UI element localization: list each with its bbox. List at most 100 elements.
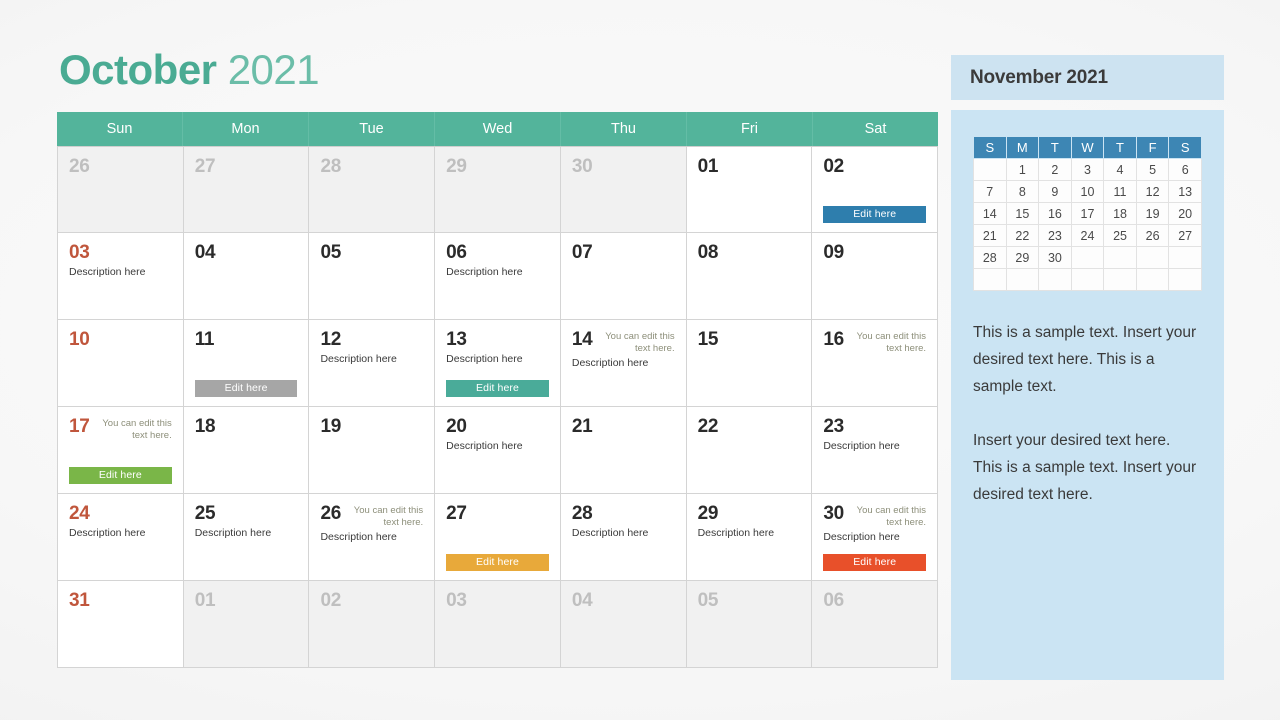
day-cell-21[interactable]: 21 xyxy=(560,407,687,493)
day-cell-04[interactable]: 04 xyxy=(183,233,310,319)
day-editable-note[interactable]: You can edit this text here. xyxy=(345,505,423,528)
day-cell-15[interactable]: 15 xyxy=(686,320,813,406)
day-description[interactable]: Description here xyxy=(195,527,298,540)
side-paragraph[interactable]: Insert your desired text here. This is a… xyxy=(973,427,1202,508)
mini-day-29[interactable]: 29 xyxy=(1005,246,1040,269)
day-cell-06[interactable]: 06 Description here xyxy=(435,233,561,319)
day-editable-note[interactable]: You can edit this text here. xyxy=(848,505,926,528)
mini-day-27[interactable]: 27 xyxy=(1168,224,1202,247)
day-description[interactable]: Description here xyxy=(69,266,172,279)
mini-day-19[interactable]: 19 xyxy=(1135,202,1170,225)
day-cell-29[interactable]: 29 xyxy=(435,147,561,232)
day-cell-08[interactable]: 08 xyxy=(686,233,813,319)
day-cell-05[interactable]: 05 xyxy=(686,581,813,667)
day-cell-18[interactable]: 18 xyxy=(183,407,310,493)
mini-day-18[interactable]: 18 xyxy=(1103,202,1137,225)
mini-day-14[interactable]: 14 xyxy=(973,202,1007,225)
day-cell-02[interactable]: 02 xyxy=(309,581,436,667)
day-cell-28[interactable]: 28 Description here xyxy=(560,494,687,580)
day-cell-03[interactable]: 03 xyxy=(435,581,561,667)
edit-here-button[interactable]: Edit here xyxy=(823,554,927,571)
day-description[interactable]: Description here xyxy=(823,440,926,453)
mini-day-10[interactable]: 10 xyxy=(1070,180,1105,203)
day-cell-02[interactable]: 02 Edit here xyxy=(812,147,939,232)
mini-day-25[interactable]: 25 xyxy=(1103,224,1137,247)
day-cell-03[interactable]: 03 Description here xyxy=(58,233,184,319)
day-description[interactable]: Description here xyxy=(823,531,926,544)
day-cell-29[interactable]: 29 Description here xyxy=(686,494,813,580)
day-description[interactable]: Description here xyxy=(572,357,675,370)
day-cell-01[interactable]: 01 xyxy=(183,581,310,667)
day-description[interactable]: Description here xyxy=(446,266,549,279)
edit-here-button[interactable]: Edit here xyxy=(446,554,549,571)
mini-day-24[interactable]: 24 xyxy=(1070,224,1105,247)
mini-day-3[interactable]: 3 xyxy=(1070,158,1105,181)
day-cell-24[interactable]: 24 Description here xyxy=(58,494,184,580)
mini-day-7[interactable]: 7 xyxy=(973,180,1007,203)
day-cell-10[interactable]: 10 xyxy=(58,320,184,406)
mini-calendar[interactable]: SMTWTFS 1 2 3 4 5 6 7 8 9 10 11 12 13 14 15 16 17 18 19 20 2… xyxy=(973,136,1202,291)
day-cell-07[interactable]: 07 xyxy=(560,233,687,319)
day-cell-17[interactable]: 17 You can edit this text here. Edit here xyxy=(58,407,184,493)
day-cell-20[interactable]: 20 Description here xyxy=(435,407,561,493)
day-description[interactable]: Description here xyxy=(320,531,423,544)
day-cell-19[interactable]: 19 xyxy=(309,407,436,493)
day-editable-note[interactable]: You can edit this text here. xyxy=(597,331,674,354)
edit-here-button[interactable]: Edit here xyxy=(194,380,298,397)
day-cell-27[interactable]: 27 Edit here xyxy=(435,494,561,580)
mini-day-28[interactable]: 28 xyxy=(973,246,1007,269)
mini-day-16[interactable]: 16 xyxy=(1038,202,1072,225)
mini-day-15[interactable]: 15 xyxy=(1005,202,1040,225)
day-cell-31[interactable]: 31 xyxy=(58,581,184,667)
day-cell-26[interactable]: 26 xyxy=(58,147,184,232)
mini-day-22[interactable]: 22 xyxy=(1005,224,1040,247)
day-cell-14[interactable]: 14 You can edit this text here. Descriptio… xyxy=(560,320,687,406)
mini-day-11[interactable]: 11 xyxy=(1103,180,1137,203)
mini-day-9[interactable]: 9 xyxy=(1038,180,1072,203)
day-cell-09[interactable]: 09 xyxy=(812,233,939,319)
side-paragraph[interactable]: This is a sample text. Insert your desir… xyxy=(973,319,1202,400)
day-description[interactable]: Description here xyxy=(320,353,423,366)
day-cell-11[interactable]: 11 Edit here xyxy=(183,320,310,406)
day-cell-30[interactable]: 30 You can edit this text here. Descriptio… xyxy=(812,494,939,580)
mini-day-4[interactable]: 4 xyxy=(1103,158,1137,181)
mini-day-30[interactable]: 30 xyxy=(1038,246,1072,269)
day-cell-04[interactable]: 04 xyxy=(560,581,687,667)
edit-here-button[interactable]: Edit here xyxy=(446,380,549,397)
mini-day-8[interactable]: 8 xyxy=(1005,180,1040,203)
day-cell-30[interactable]: 30 xyxy=(560,147,687,232)
day-cell-06[interactable]: 06 xyxy=(812,581,939,667)
day-cell-13[interactable]: 13 Description here Edit here xyxy=(435,320,561,406)
mini-day-1[interactable]: 1 xyxy=(1005,158,1040,181)
day-cell-16[interactable]: 16 You can edit this text here. xyxy=(812,320,939,406)
day-editable-note[interactable]: You can edit this text here. xyxy=(848,331,926,354)
day-cell-23[interactable]: 23 Description here xyxy=(812,407,939,493)
day-cell-28[interactable]: 28 xyxy=(309,147,436,232)
day-cell-12[interactable]: 12 Description here xyxy=(309,320,436,406)
edit-here-button[interactable]: Edit here xyxy=(823,206,927,223)
day-number: 06 xyxy=(823,590,844,611)
mini-day-23[interactable]: 23 xyxy=(1038,224,1072,247)
day-cell-05[interactable]: 05 xyxy=(309,233,436,319)
day-description[interactable]: Description here xyxy=(698,527,801,540)
day-description[interactable]: Description here xyxy=(446,440,549,453)
edit-here-button[interactable]: Edit here xyxy=(69,467,172,484)
day-cell-26[interactable]: 26 You can edit this text here. Descriptio… xyxy=(309,494,436,580)
mini-day-6[interactable]: 6 xyxy=(1168,158,1202,181)
mini-day-12[interactable]: 12 xyxy=(1135,180,1170,203)
day-cell-25[interactable]: 25 Description here xyxy=(183,494,310,580)
day-description[interactable]: Description here xyxy=(69,527,172,540)
mini-day-21[interactable]: 21 xyxy=(973,224,1007,247)
mini-day-2[interactable]: 2 xyxy=(1038,158,1072,181)
mini-day-17[interactable]: 17 xyxy=(1070,202,1105,225)
mini-day-20[interactable]: 20 xyxy=(1168,202,1202,225)
day-cell-22[interactable]: 22 xyxy=(686,407,813,493)
day-description[interactable]: Description here xyxy=(572,527,675,540)
mini-day-5[interactable]: 5 xyxy=(1135,158,1170,181)
mini-day-13[interactable]: 13 xyxy=(1168,180,1202,203)
day-cell-01[interactable]: 01 xyxy=(686,147,813,232)
mini-day-26[interactable]: 26 xyxy=(1135,224,1170,247)
day-description[interactable]: Description here xyxy=(446,353,549,366)
day-editable-note[interactable]: You can edit this text here. xyxy=(94,418,171,441)
day-cell-27[interactable]: 27 xyxy=(183,147,310,232)
